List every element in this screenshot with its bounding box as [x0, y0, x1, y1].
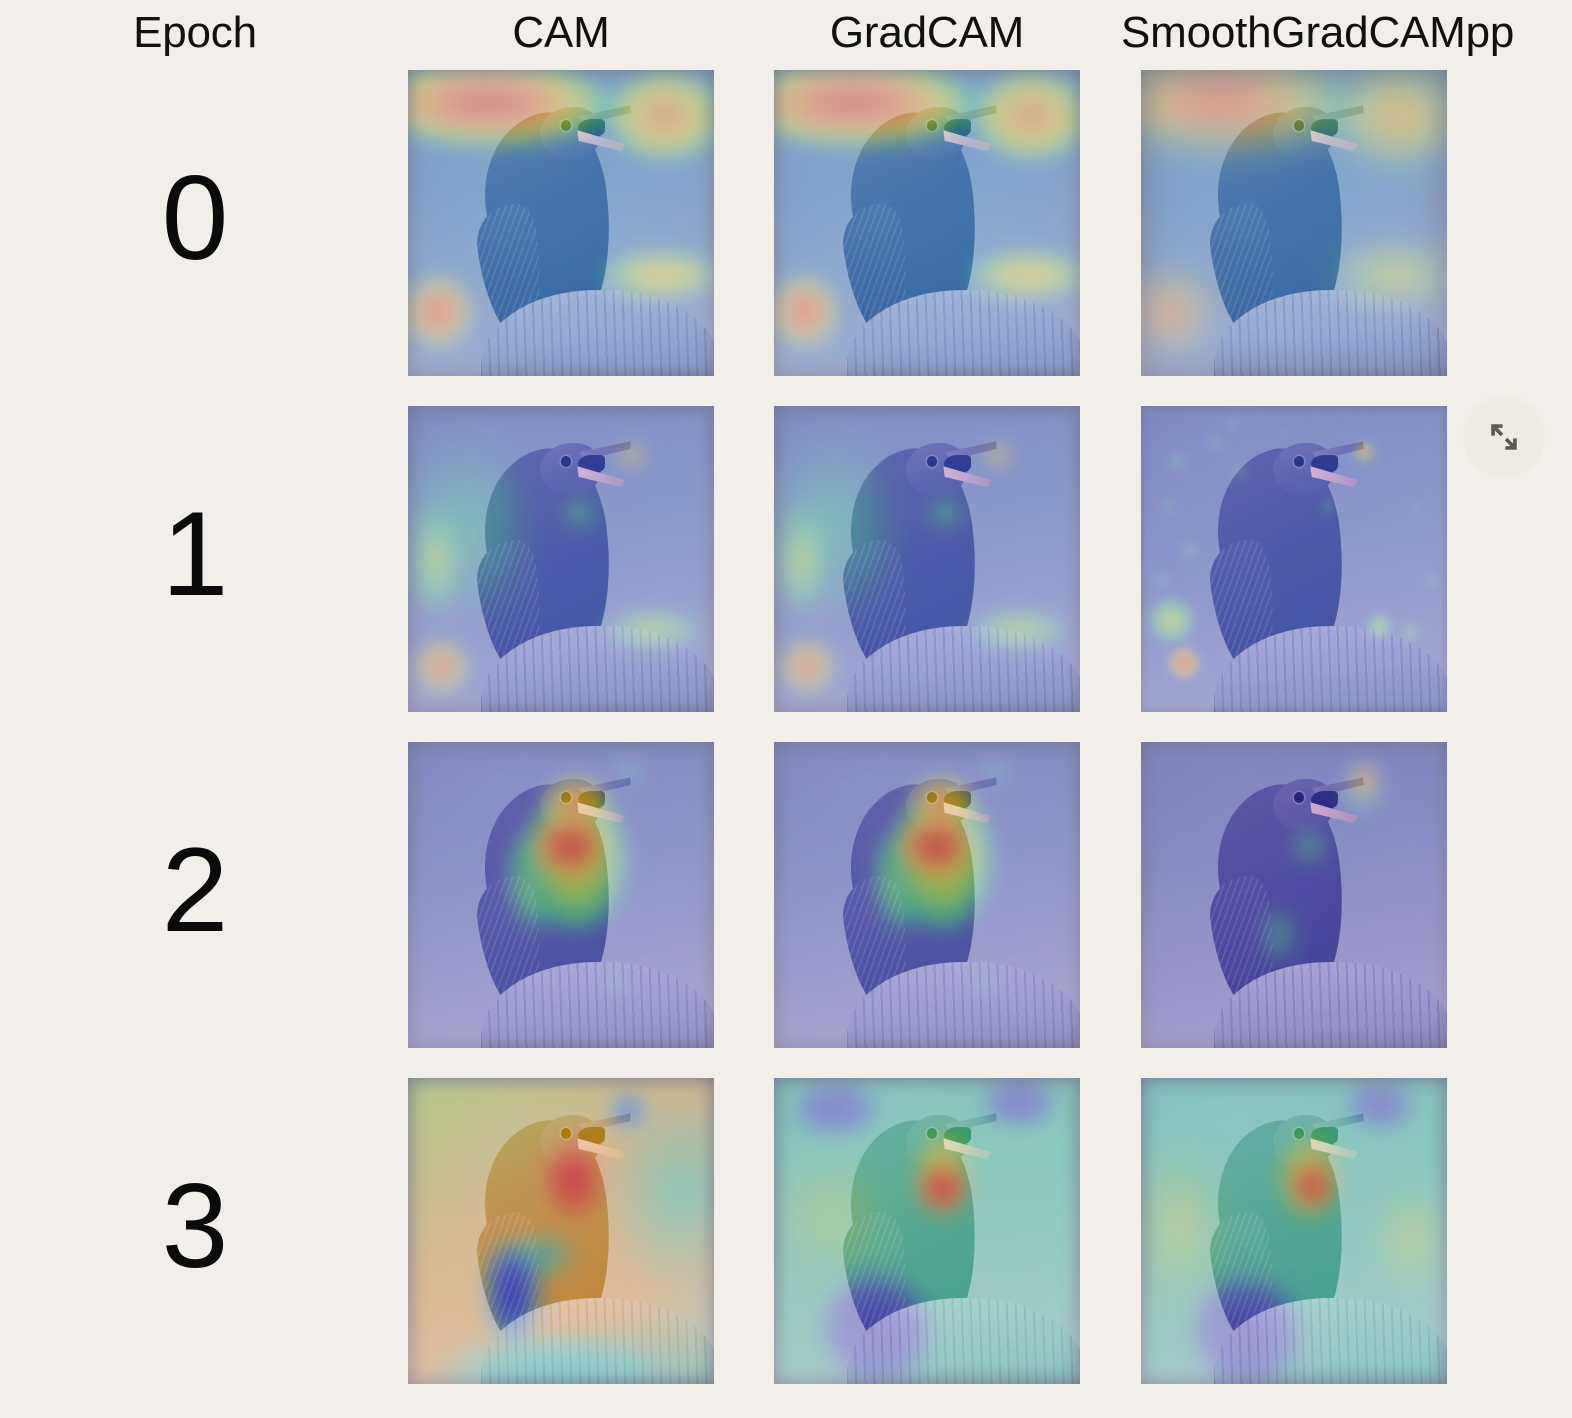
heatmap-cell-epoch3-cam[interactable] — [408, 1078, 714, 1384]
heatmap-overlay — [774, 1078, 1080, 1384]
heatmap-overlay — [1141, 1078, 1447, 1384]
column-header-epoch: Epoch — [133, 8, 257, 57]
column-header-gradcam: GradCAM — [829, 8, 1025, 57]
heatmap-cell-epoch3-smoothgradcampp[interactable] — [1141, 1078, 1447, 1384]
heatmap-overlay — [1141, 70, 1447, 376]
expand-button[interactable] — [1463, 396, 1545, 478]
cam-comparison-figure: Epoch CAM GradCAM SmoothGradCAMpp 0 1 2 … — [0, 0, 1572, 1418]
heatmap-cell-epoch1-cam[interactable] — [408, 406, 714, 712]
heatmap-cell-epoch0-smoothgradcampp[interactable] — [1141, 70, 1447, 376]
heatmap-cell-epoch1-gradcam[interactable] — [774, 406, 1080, 712]
heatmap-cell-epoch1-smoothgradcampp[interactable] — [1141, 406, 1447, 712]
row-label-epoch-0: 0 — [161, 151, 229, 285]
heatmap-overlay — [408, 742, 714, 1048]
column-header-smoothgradcampp: SmoothGradCAMpp — [1121, 8, 1515, 57]
heatmap-overlay — [408, 1078, 714, 1384]
heatmap-overlay — [1141, 406, 1447, 712]
column-header-cam: CAM — [512, 8, 610, 57]
heatmap-overlay — [1141, 742, 1447, 1048]
heatmap-cell-epoch2-cam[interactable] — [408, 742, 714, 1048]
row-label-epoch-3: 3 — [161, 1159, 229, 1293]
heatmap-cell-epoch2-gradcam[interactable] — [774, 742, 1080, 1048]
heatmap-cell-epoch2-smoothgradcampp[interactable] — [1141, 742, 1447, 1048]
row-label-epoch-1: 1 — [161, 487, 229, 621]
row-label-epoch-2: 2 — [161, 823, 229, 957]
heatmap-overlay — [774, 742, 1080, 1048]
heatmap-cell-epoch0-gradcam[interactable] — [774, 70, 1080, 376]
heatmap-overlay — [774, 70, 1080, 376]
expand-diagonal-arrows-icon — [1487, 420, 1521, 454]
heatmap-cell-epoch0-cam[interactable] — [408, 70, 714, 376]
heatmap-cell-epoch3-gradcam[interactable] — [774, 1078, 1080, 1384]
heatmap-overlay — [408, 70, 714, 376]
heatmap-overlay — [408, 406, 714, 712]
heatmap-overlay — [774, 406, 1080, 712]
